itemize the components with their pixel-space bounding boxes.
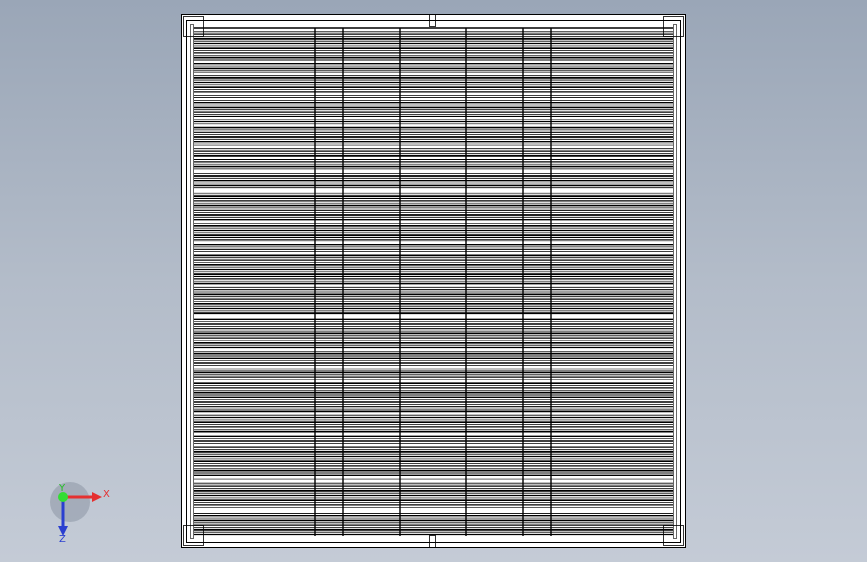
z-axis-label: Z [59, 534, 66, 545]
cell-gap [194, 315, 673, 317]
coordinate-triad[interactable]: X Y Z [40, 480, 120, 550]
cell-gap [194, 480, 673, 482]
cell-gap [194, 242, 673, 244]
cell-gap [194, 98, 673, 100]
x-axis-label: X [103, 489, 110, 500]
triad-shadow [50, 482, 90, 522]
y-axis-label: Y [58, 483, 66, 494]
cell-gap [194, 117, 673, 119]
cell-gap [194, 73, 673, 75]
cell-gap [194, 366, 673, 368]
graphics-viewport[interactable]: X Y Z [0, 0, 867, 562]
cell-gap [194, 190, 673, 192]
panel-model-drawing[interactable] [0, 0, 867, 562]
cell-gap [194, 433, 673, 435]
cell-gap [194, 146, 673, 148]
cell-gap [194, 510, 673, 512]
cell-gap [194, 170, 673, 172]
x-axis-arrowhead [92, 492, 102, 502]
